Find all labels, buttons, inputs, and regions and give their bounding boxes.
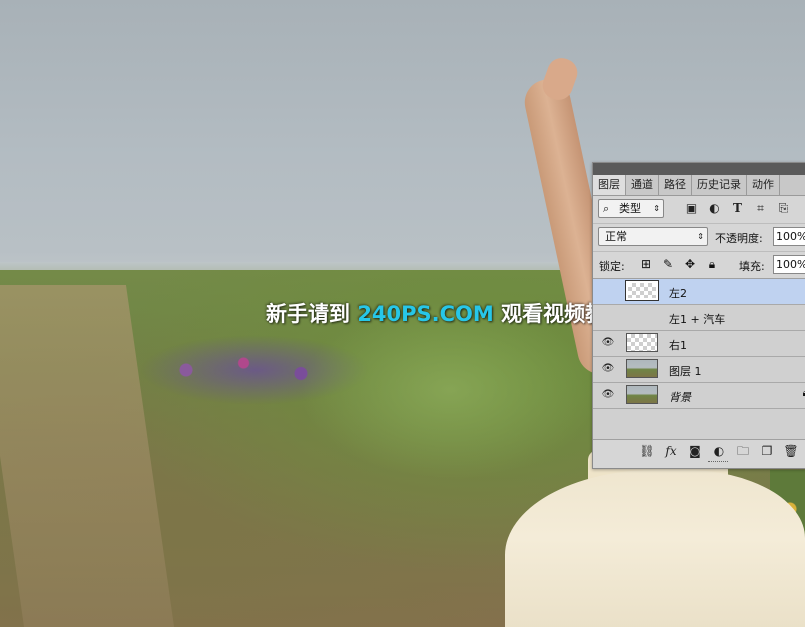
panel-tabs: 图层 通道 路径 历史记录 动作 — [593, 175, 805, 196]
filter-icons: ▣ ◐ T ⌗ ⎘ — [683, 199, 792, 218]
shape-filter-icon[interactable]: ⌗ — [752, 199, 769, 218]
chevron-updown-icon: ⇕ — [653, 204, 660, 213]
tab-paths[interactable]: 路径 — [659, 175, 692, 195]
layer-thumbnail — [626, 333, 658, 352]
blend-row: 正常 ⇕ 不透明度: 100% — [593, 223, 805, 250]
layer-name: 图层 1 — [669, 365, 702, 378]
watermark-text: 新手请到 240PS.COM 观看视频教程 — [266, 298, 627, 328]
lock-transparent-icon[interactable]: ⊞ — [637, 255, 655, 274]
layer-thumbnail — [626, 359, 658, 378]
fx-icon[interactable]: fx — [663, 442, 679, 460]
filter-type-label: 类型 — [619, 202, 641, 215]
layer-row[interactable]: 左1 + 汽车 — [593, 305, 805, 331]
opacity-input[interactable]: 100% — [773, 227, 805, 246]
lock-all-icon[interactable]: 🔒︎ — [703, 255, 721, 274]
filter-type-select[interactable]: ⌕ 类型 ⇕ — [598, 199, 664, 218]
fx-label: fx — [665, 444, 677, 458]
link-icon[interactable]: ⛓︎ — [639, 442, 655, 460]
panel-bottom-bar: ⛓︎ fx ◙ ◐ 🗀︎ ❐ 🗑︎ — [593, 439, 805, 462]
layer-thumbnail — [625, 280, 659, 301]
bottom-icons: ⛓︎ fx ◙ ◐ 🗀︎ ❐ 🗑︎ — [639, 442, 799, 460]
tab-channels[interactable]: 通道 — [626, 175, 659, 195]
mask-icon[interactable]: ◙ — [687, 442, 703, 460]
new-layer-icon[interactable]: ❐ — [759, 442, 775, 460]
layer-name: 右1 — [669, 339, 687, 352]
adjustment-filter-icon[interactable]: ◐ — [706, 199, 723, 218]
eye-icon[interactable]: 👁︎ — [601, 364, 615, 374]
tab-actions[interactable]: 动作 — [747, 175, 780, 195]
blend-mode-select[interactable]: 正常 ⇕ — [598, 227, 708, 246]
layer-thumbnail — [626, 385, 658, 404]
layer-row[interactable]: 👁︎ 背景 🔒︎ — [593, 383, 805, 409]
image-filter-icon[interactable]: ▣ — [683, 199, 700, 218]
opacity-label: 不透明度: — [715, 232, 763, 245]
group-folder-icon[interactable]: 🗀︎ — [735, 442, 751, 460]
fill-input[interactable]: 100% — [773, 255, 805, 274]
layer-name: 左1 + 汽车 — [669, 313, 726, 326]
visibility-toggle[interactable] — [601, 312, 615, 322]
eye-icon[interactable]: 👁︎ — [601, 338, 615, 348]
layer-row[interactable]: 左2 — [593, 279, 805, 305]
watermark-part1: 新手请到 — [266, 302, 358, 326]
lock-label: 锁定: — [599, 260, 625, 273]
lock-icons: ⊞ ✎ ✥ 🔒︎ — [637, 255, 721, 274]
lock-move-icon[interactable]: ✥ — [681, 255, 699, 274]
panel-title-bar[interactable] — [593, 163, 805, 175]
lock-paint-icon[interactable]: ✎ — [659, 255, 677, 274]
type-filter-icon[interactable]: T — [729, 199, 746, 218]
visibility-toggle[interactable] — [601, 286, 615, 296]
lock-row: 锁定: ⊞ ✎ ✥ 🔒︎ 填充: 100% — [593, 251, 805, 279]
tab-history[interactable]: 历史记录 — [692, 175, 747, 195]
search-icon: ⌕ — [603, 202, 610, 215]
layer-row[interactable]: 👁︎ 右1 — [593, 331, 805, 357]
smart-object-filter-icon[interactable]: ⎘ — [775, 199, 792, 218]
tab-layers[interactable]: 图层 — [593, 175, 626, 195]
layers-panel: 图层 通道 路径 历史记录 动作 ⌕ 类型 ⇕ ▣ ◐ T ⌗ ⎘ 正常 ⇕ 不… — [592, 162, 805, 469]
filter-row: ⌕ 类型 ⇕ ▣ ◐ T ⌗ ⎘ — [593, 197, 805, 221]
layer-name: 背景 — [669, 391, 691, 404]
fill-label: 填充: — [739, 260, 765, 273]
white-dress — [505, 470, 805, 627]
watermark-site: 240PS.COM — [357, 302, 494, 326]
chevron-updown-icon: ⇕ — [697, 232, 704, 241]
resize-grip[interactable] — [708, 461, 728, 465]
eye-icon[interactable]: 👁︎ — [601, 390, 615, 400]
layer-row[interactable]: 👁︎ 图层 1 — [593, 357, 805, 383]
layer-name: 左2 — [669, 287, 687, 300]
adjustment-layer-icon[interactable]: ◐ — [711, 442, 727, 460]
layers-list: 左2 左1 + 汽车 👁︎ 右1 👁︎ 图层 1 👁︎ 背景 🔒︎ — [593, 279, 805, 439]
blend-mode-value: 正常 — [605, 230, 627, 243]
trash-icon[interactable]: 🗑︎ — [783, 442, 799, 460]
